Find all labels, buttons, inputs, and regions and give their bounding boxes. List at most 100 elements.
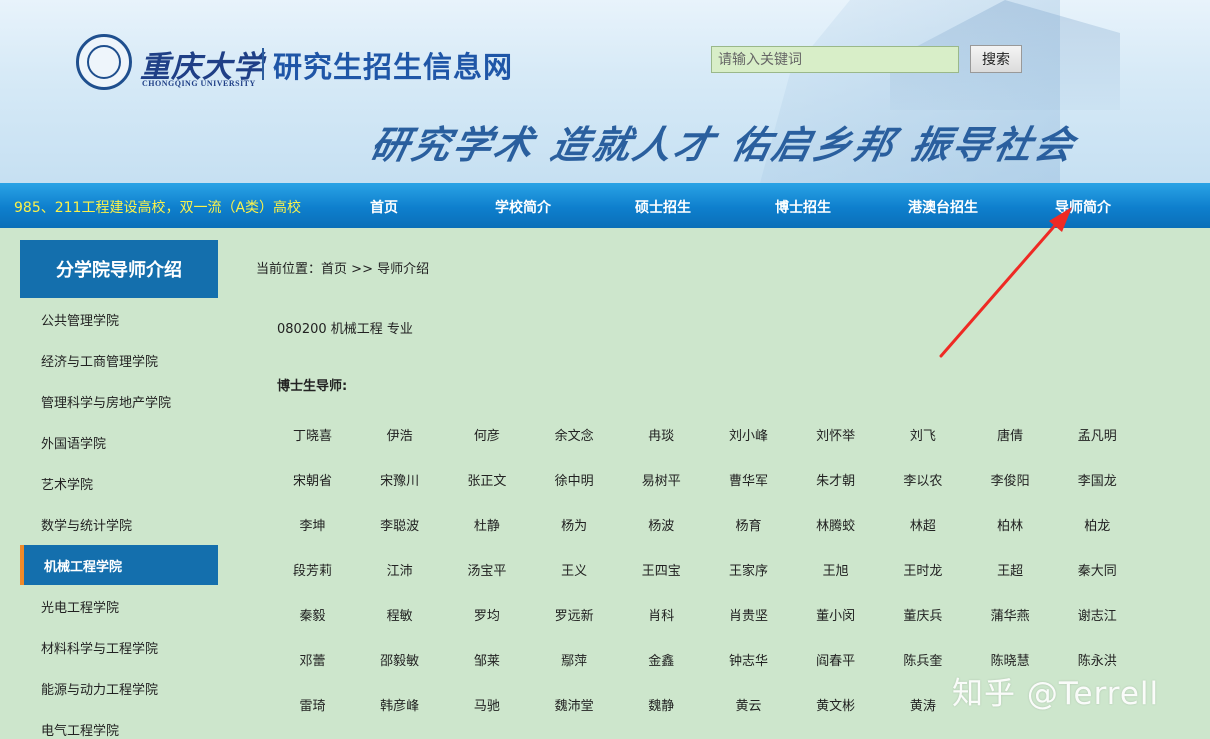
advisor-link[interactable]: 柏林 (967, 515, 1054, 534)
advisor-link[interactable]: 魏沛堂 (531, 695, 618, 714)
zhihu-watermark: 知乎 @Terrell (952, 676, 1160, 712)
site-title: 研究生招生信息网 (273, 50, 514, 84)
advisor-link[interactable]: 黄文彬 (792, 695, 879, 714)
advisor-link[interactable]: 朱才朝 (792, 470, 879, 489)
advisor-link[interactable]: 钟志华 (705, 650, 792, 669)
advisor-link[interactable]: 陈永洪 (1054, 650, 1141, 669)
advisor-link[interactable]: 罗均 (443, 605, 530, 624)
advisor-link[interactable]: 李坤 (269, 515, 356, 534)
sidebar-item[interactable]: 外国语学院 (20, 422, 218, 462)
advisor-link[interactable]: 鄢萍 (531, 650, 618, 669)
advisor-link[interactable]: 余文念 (531, 425, 618, 444)
advisor-link[interactable]: 丁晓喜 (269, 425, 356, 444)
advisor-link[interactable]: 董小闵 (792, 605, 879, 624)
advisor-link[interactable]: 刘怀举 (792, 425, 879, 444)
search-input[interactable] (711, 46, 959, 73)
advisor-link[interactable]: 刘小峰 (705, 425, 792, 444)
advisor-link[interactable]: 李以农 (879, 470, 966, 489)
advisor-link[interactable]: 冉琰 (618, 425, 705, 444)
advisor-link[interactable]: 林超 (879, 515, 966, 534)
advisor-link[interactable]: 徐中明 (531, 470, 618, 489)
advisor-link[interactable]: 杨为 (531, 515, 618, 534)
nav-school-intro[interactable]: 学校简介 (495, 197, 551, 217)
breadcrumb-home-link[interactable]: 首页 (321, 262, 347, 277)
sidebar-item[interactable]: 机械工程学院 (20, 545, 218, 585)
advisor-link[interactable]: 宋朝省 (269, 470, 356, 489)
nav-home[interactable]: 首页 (370, 197, 398, 217)
advisor-link[interactable]: 何彦 (443, 425, 530, 444)
sidebar-item[interactable]: 管理科学与房地产学院 (20, 381, 218, 421)
sidebar-item[interactable]: 材料科学与工程学院 (20, 627, 218, 667)
advisor-link[interactable]: 秦毅 (269, 605, 356, 624)
sidebar-item[interactable]: 经济与工商管理学院 (20, 340, 218, 380)
advisor-link[interactable]: 汤宝平 (443, 560, 530, 579)
advisor-link[interactable]: 秦大同 (1054, 560, 1141, 579)
advisor-link[interactable]: 陈晓慧 (967, 650, 1054, 669)
sidebar-item[interactable]: 艺术学院 (20, 463, 218, 503)
nav-advisor-intro[interactable]: 导师简介 (1055, 197, 1111, 217)
advisor-link[interactable]: 罗远新 (531, 605, 618, 624)
advisor-link[interactable]: 王家序 (705, 560, 792, 579)
nav-doctoral-admission[interactable]: 博士招生 (775, 197, 831, 217)
advisor-link[interactable]: 张正文 (443, 470, 530, 489)
advisor-link[interactable]: 金鑫 (618, 650, 705, 669)
advisor-link[interactable]: 柏龙 (1054, 515, 1141, 534)
advisor-link[interactable]: 王四宝 (618, 560, 705, 579)
advisor-link[interactable]: 伊浩 (356, 425, 443, 444)
advisor-link[interactable]: 孟凡明 (1054, 425, 1141, 444)
nav-master-admission[interactable]: 硕士招生 (635, 197, 691, 217)
sidebar-item[interactable]: 数学与统计学院 (20, 504, 218, 544)
sidebar-item[interactable]: 能源与动力工程学院 (20, 668, 218, 708)
main-nav: 985、211工程建设高校，双一流（A类）高校 首页 学校简介 硕士招生 博士招… (0, 183, 1210, 228)
advisor-link[interactable]: 程敏 (356, 605, 443, 624)
advisor-link[interactable]: 杨波 (618, 515, 705, 534)
advisor-link[interactable]: 董庆兵 (879, 605, 966, 624)
university-seal-icon[interactable] (76, 34, 132, 90)
breadcrumb-separator: >> (351, 262, 373, 277)
advisor-link[interactable]: 李聪波 (356, 515, 443, 534)
advisor-link[interactable]: 刘飞 (879, 425, 966, 444)
advisor-link[interactable]: 肖贵坚 (705, 605, 792, 624)
advisor-link[interactable]: 魏静 (618, 695, 705, 714)
doctoral-advisors-heading: 博士生导师: (277, 379, 348, 394)
major-heading: 080200 机械工程 专业 (277, 322, 413, 337)
logo-divider (262, 48, 264, 80)
advisor-link[interactable]: 黄云 (705, 695, 792, 714)
advisor-link[interactable]: 陈兵奎 (879, 650, 966, 669)
advisor-link[interactable]: 肖科 (618, 605, 705, 624)
advisor-link[interactable]: 王时龙 (879, 560, 966, 579)
advisor-link[interactable]: 易树平 (618, 470, 705, 489)
advisor-link[interactable]: 谢志江 (1054, 605, 1141, 624)
advisor-link[interactable]: 邓蕾 (269, 650, 356, 669)
advisor-link[interactable]: 江沛 (356, 560, 443, 579)
nav-hk-macau-taiwan[interactable]: 港澳台招生 (908, 197, 978, 217)
advisor-link[interactable]: 唐倩 (967, 425, 1054, 444)
advisor-link[interactable]: 韩彦峰 (356, 695, 443, 714)
advisor-link[interactable]: 邵毅敏 (356, 650, 443, 669)
breadcrumb-prefix: 当前位置： (256, 262, 322, 277)
sidebar-item[interactable]: 电气工程学院 (20, 709, 218, 739)
advisor-link[interactable]: 李国龙 (1054, 470, 1141, 489)
site-header: 重庆大学 CHONGQING UNIVERSITY 研究生招生信息网 搜索 研究… (0, 0, 1210, 183)
advisor-link[interactable]: 曹华军 (705, 470, 792, 489)
advisor-link[interactable]: 杜静 (443, 515, 530, 534)
sidebar-item[interactable]: 光电工程学院 (20, 586, 218, 626)
search-button[interactable]: 搜索 (970, 45, 1022, 73)
advisor-link[interactable]: 马驰 (443, 695, 530, 714)
advisor-link[interactable]: 王旭 (792, 560, 879, 579)
advisor-link[interactable]: 邹莱 (443, 650, 530, 669)
advisor-link[interactable]: 王义 (531, 560, 618, 579)
advisor-link[interactable]: 杨育 (705, 515, 792, 534)
advisor-link[interactable]: 林腾蛟 (792, 515, 879, 534)
advisor-link[interactable]: 宋豫川 (356, 470, 443, 489)
university-english-name: CHONGQING UNIVERSITY (142, 79, 256, 88)
advisor-link[interactable]: 段芳莉 (269, 560, 356, 579)
nav-tagline: 985、211工程建设高校，双一流（A类）高校 (14, 200, 302, 216)
advisor-link[interactable]: 李俊阳 (967, 470, 1054, 489)
advisor-link[interactable]: 阎春平 (792, 650, 879, 669)
advisor-link[interactable]: 王超 (967, 560, 1054, 579)
advisor-link[interactable]: 雷琦 (269, 695, 356, 714)
advisor-link[interactable]: 蒲华燕 (967, 605, 1054, 624)
breadcrumb: 当前位置：首页 >> 导师介绍 (256, 258, 429, 277)
sidebar-item[interactable]: 公共管理学院 (20, 299, 218, 339)
